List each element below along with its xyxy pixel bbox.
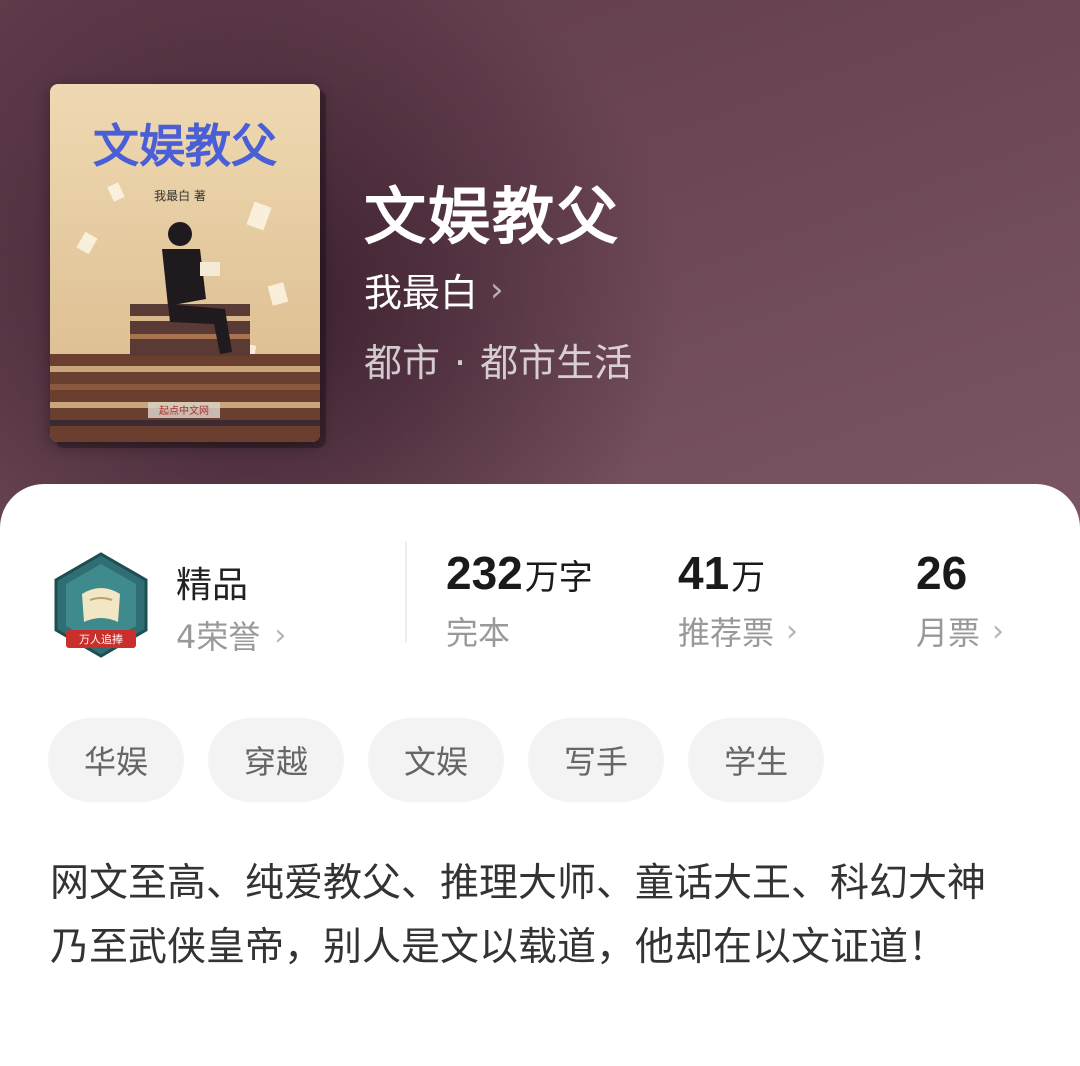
cover-publisher: 起点中文网 — [159, 404, 209, 417]
chevron-right-icon: › — [786, 613, 799, 649]
recommend-votes-value: 41 — [678, 547, 730, 599]
book-title: 文娱教父 — [364, 180, 621, 253]
tag-chip[interactable]: 学生 — [688, 718, 825, 802]
tag-chip[interactable]: 穿越 — [208, 718, 345, 802]
book-description[interactable]: 网文至高、纯爱教父、推理大师、童话大王、科幻大神乃至武侠皇帝，别人是文以载道，他… — [50, 852, 1010, 980]
status-label: 完本 — [446, 614, 511, 652]
genre-line: 都市 · 都市生活 — [364, 332, 632, 387]
cover-title: 文娱教父 — [93, 119, 277, 173]
word-count-value: 232 — [446, 547, 523, 599]
recommend-votes-label: 推荐票 — [678, 614, 775, 652]
stat-recommend-votes[interactable]: 41万 推荐票 › — [678, 546, 798, 654]
chevron-right-icon: › — [490, 269, 504, 310]
word-count-unit: 万字 — [524, 558, 593, 598]
badge-text: 万人追捧 — [79, 632, 123, 646]
stat-word-count: 232万字 完本 — [446, 546, 593, 654]
divider — [405, 542, 407, 642]
quality-badge-icon[interactable]: 万人追捧 — [52, 552, 150, 658]
monthly-votes-label: 月票 — [916, 614, 981, 652]
tag-chip[interactable]: 华娱 — [48, 718, 185, 802]
author-name: 我最白 — [364, 271, 479, 315]
honors-link[interactable]: 4荣誉 › — [176, 612, 286, 658]
tag-chip[interactable]: 文娱 — [368, 718, 505, 802]
tag-list: 华娱 穿越 文娱 写手 学生 — [48, 718, 825, 802]
book-cover[interactable]: 文娱教父 我最白 著 起点中文网 — [50, 84, 320, 442]
cover-author: 我最白 著 — [154, 188, 206, 203]
chevron-right-icon: › — [992, 613, 1005, 649]
tag-chip[interactable]: 写手 — [528, 718, 665, 802]
stat-monthly-votes[interactable]: 26 月票 › — [916, 546, 1004, 654]
genre-sub[interactable]: 都市生活 — [480, 341, 632, 385]
genre-main[interactable]: 都市 — [364, 341, 440, 385]
recommend-votes-unit: 万 — [731, 558, 766, 598]
author-link[interactable]: 我最白 › — [364, 262, 504, 317]
genre-separator: · — [454, 341, 467, 385]
quality-label: 精品 — [176, 565, 249, 606]
chevron-right-icon: › — [274, 617, 287, 653]
monthly-votes-value: 26 — [916, 547, 968, 599]
honors-label: 4荣誉 — [176, 618, 261, 656]
